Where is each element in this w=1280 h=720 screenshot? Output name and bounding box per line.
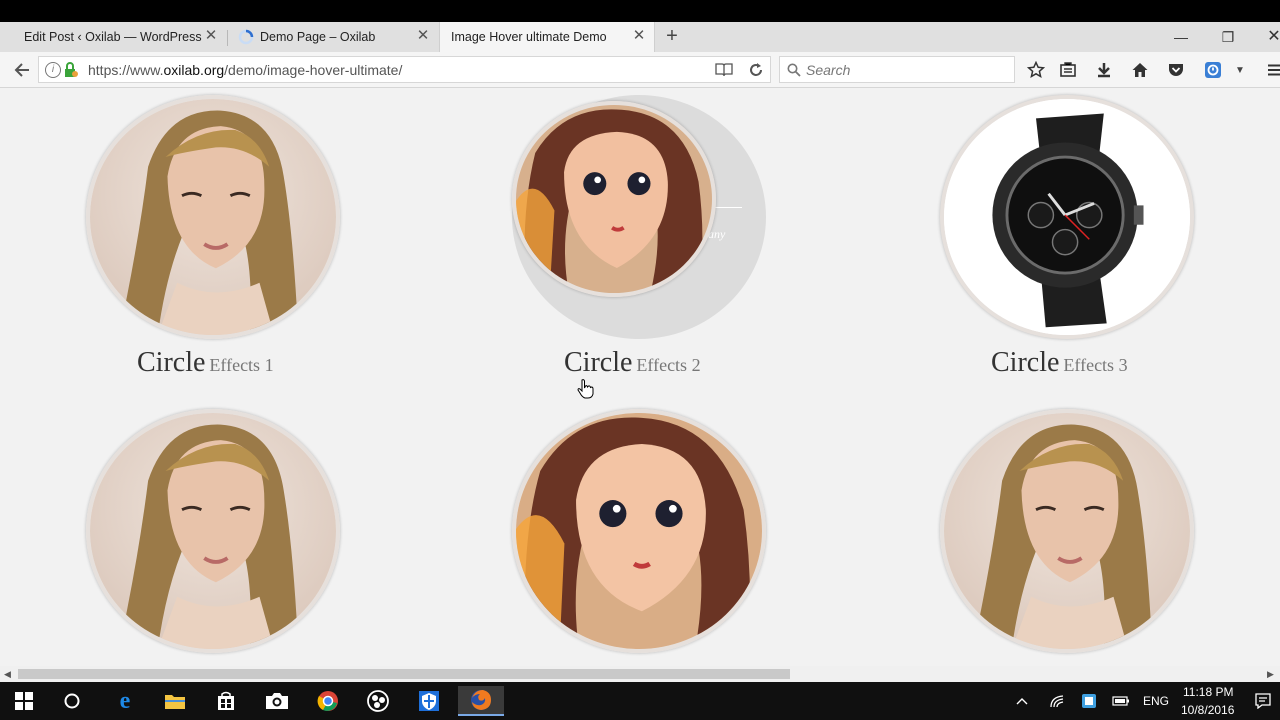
portrait-woman-image [944, 413, 1190, 649]
caption-title: Circle [137, 347, 206, 378]
extension-icon[interactable] [1203, 60, 1223, 80]
restore-icon[interactable]: ❐ [1218, 28, 1238, 46]
search-placeholder: Search [806, 62, 851, 78]
address-bar[interactable]: i https://www.oxilab.org/demo/image-hove… [38, 56, 771, 83]
close-icon[interactable]: ✕ [204, 28, 218, 43]
minimize-icon[interactable]: — [1171, 28, 1191, 46]
edge-browser-icon[interactable]: e [105, 686, 145, 716]
title-bar-strip [0, 0, 1280, 22]
reload-icon[interactable] [748, 62, 764, 78]
chrome-browser-icon[interactable] [308, 686, 348, 716]
file-explorer-icon[interactable] [155, 686, 195, 716]
tab-edit-post[interactable]: Edit Post ‹ Oxilab — WordPress ✕ [0, 22, 226, 52]
windows-taskbar: e ENG 11:18 PM 10/8/2016 [0, 682, 1280, 720]
clock-time[interactable]: 11:18 PM [1183, 685, 1233, 699]
item-caption: Circle Effects 2 [564, 347, 701, 379]
image-hover-circle-effect-2[interactable] [512, 101, 716, 297]
portrait-woman-image [90, 99, 336, 335]
scroll-left-icon[interactable]: ◀ [4, 669, 11, 680]
tab-strip: Edit Post ‹ Oxilab — WordPress ✕ Demo Pa… [0, 22, 1280, 52]
cartoon-girl-image [516, 413, 762, 649]
firefox-browser-icon[interactable] [458, 686, 504, 716]
scrollbar-thumb[interactable] [18, 669, 790, 679]
camera-app-icon[interactable] [257, 686, 297, 716]
tab-title: Image Hover ultimate Demo [451, 30, 607, 44]
windows-start-icon[interactable] [4, 686, 44, 716]
language-indicator[interactable]: ENG [1143, 694, 1169, 708]
bookmark-star-icon[interactable] [1026, 60, 1046, 80]
url-prefix: https://www. [88, 62, 164, 78]
caption-title: Circle [991, 347, 1060, 378]
loading-spinner-icon [238, 29, 254, 45]
wifi-icon[interactable] [1040, 686, 1074, 716]
menu-icon[interactable] [1264, 60, 1280, 80]
back-arrow-icon[interactable] [12, 60, 32, 80]
caption-subtitle: Effects 2 [636, 355, 701, 375]
page-content: Circle Effects 1 any Circle Effects 2 Ci… [0, 88, 1280, 666]
navigation-bar: i https://www.oxilab.org/demo/image-hove… [0, 52, 1280, 88]
horizontal-scrollbar[interactable]: ◀ ▶ [0, 666, 1280, 682]
security-shield-icon[interactable] [409, 686, 449, 716]
info-icon[interactable]: i [45, 62, 61, 78]
hand-cursor-icon [577, 379, 594, 399]
tab-demo-page[interactable]: Demo Page – Oxilab ✕ [228, 22, 438, 52]
cortana-search-icon[interactable] [52, 686, 92, 716]
caption-subtitle: Effects 1 [209, 355, 274, 375]
search-box[interactable]: Search [779, 56, 1015, 83]
search-icon [787, 63, 801, 77]
wristwatch-image [944, 99, 1190, 335]
tab-image-hover-demo[interactable]: Image Hover ultimate Demo ✕ [439, 22, 655, 52]
close-window-icon[interactable]: ✕ [1264, 28, 1280, 46]
store-icon[interactable] [206, 686, 246, 716]
home-icon[interactable] [1130, 60, 1150, 80]
download-icon[interactable] [1094, 60, 1114, 80]
item-caption: Circle Effects 1 [137, 347, 274, 379]
close-icon[interactable]: ✕ [416, 28, 430, 43]
url-text[interactable]: https://www.oxilab.org/demo/image-hover-… [88, 62, 402, 78]
pocket-icon[interactable] [1166, 60, 1186, 80]
chevron-up-icon[interactable] [1004, 686, 1040, 716]
image-hover-circle-effect-4[interactable] [86, 409, 340, 653]
secure-lock-icon[interactable] [63, 62, 79, 78]
reader-view-icon[interactable] [715, 62, 733, 78]
image-hover-circle-effect-3[interactable] [940, 95, 1194, 339]
item-caption: Circle Effects 3 [991, 347, 1128, 379]
tab-title: Edit Post ‹ Oxilab — WordPress [24, 30, 202, 44]
notification-center-icon[interactable] [1246, 686, 1280, 716]
battery-icon[interactable] [1104, 686, 1138, 716]
network-app-icon[interactable] [1072, 686, 1106, 716]
cartoon-girl-image [516, 105, 712, 293]
portrait-woman-image [90, 413, 336, 649]
scroll-right-icon[interactable]: ▶ [1267, 669, 1274, 680]
clock-date[interactable]: 10/8/2016 [1181, 703, 1234, 717]
new-tab-button[interactable]: + [662, 26, 682, 47]
caption-title: Circle [564, 347, 633, 378]
image-hover-circle-effect-1[interactable] [86, 95, 340, 339]
caption-subtitle: Effects 3 [1063, 355, 1128, 375]
bookmarks-list-icon[interactable] [1058, 60, 1078, 80]
url-path: /demo/image-hover-ultimate/ [224, 62, 403, 78]
url-domain: oxilab.org [163, 62, 225, 78]
image-hover-circle-effect-6[interactable] [940, 409, 1194, 653]
tab-title: Demo Page – Oxilab [260, 30, 376, 44]
chevron-down-icon[interactable]: ▼ [1230, 60, 1250, 80]
obs-icon[interactable] [358, 686, 398, 716]
close-icon[interactable]: ✕ [632, 28, 646, 43]
image-hover-circle-effect-5[interactable] [512, 409, 766, 653]
